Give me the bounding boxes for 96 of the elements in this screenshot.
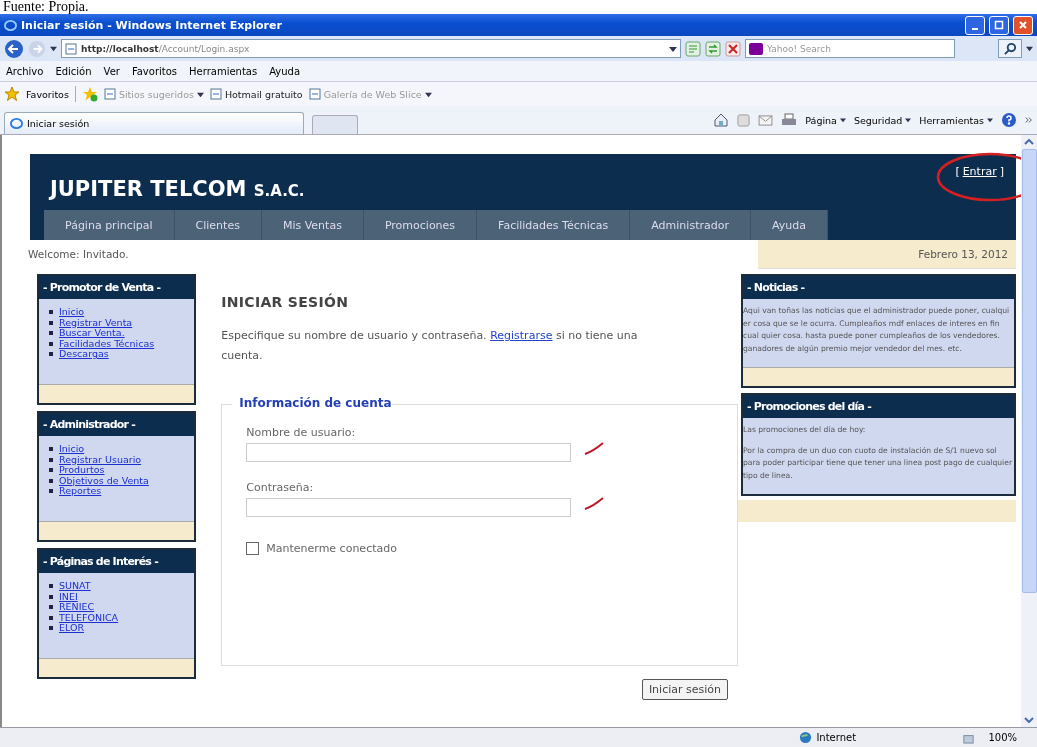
maximize-button[interactable] [989, 15, 1009, 35]
panel-title: - Promociones del día - [743, 395, 1014, 418]
page-icon [103, 88, 116, 100]
sidebar-link[interactable]: RENIEC [59, 602, 95, 613]
menu-item[interactable]: Edición [55, 65, 92, 77]
dropdown-caret-icon[interactable] [1026, 45, 1033, 52]
field-label: Contraseña: [246, 481, 315, 494]
dropdown-caret-icon[interactable] [905, 117, 912, 123]
dropdown-caret-icon[interactable] [987, 117, 993, 123]
close-button[interactable] [1013, 15, 1033, 35]
zoom-level[interactable]: 100% [988, 732, 1017, 743]
nav-tab[interactable]: Clientes [174, 210, 262, 240]
nav-tab[interactable]: Ayuda [750, 210, 828, 240]
sidebar-link[interactable]: Inicio [59, 444, 85, 455]
menu-item[interactable]: Favoritos [131, 65, 178, 77]
stop-icon[interactable] [725, 40, 741, 57]
date-bar: Febrero 13, 2012 [758, 240, 1016, 269]
globe-icon [799, 731, 813, 744]
search-button[interactable] [998, 39, 1022, 58]
nav-tab[interactable]: Administrador [630, 210, 751, 240]
security-zone: Internet [816, 732, 857, 743]
sidebar-link[interactable]: Objetivos de Venta [59, 475, 149, 486]
login-button[interactable]: Iniciar sesión [641, 679, 728, 700]
register-link[interactable]: Registrarse [490, 329, 553, 342]
nav-tab[interactable]: Facilidades Técnicas [477, 210, 631, 240]
input-field[interactable] [246, 498, 572, 517]
minimize-icon [972, 28, 978, 30]
command-menu[interactable]: Herramientas [919, 114, 984, 126]
page-icon [209, 88, 222, 100]
sidebar-link[interactable]: Reportes [59, 486, 102, 497]
page-icon [308, 88, 321, 100]
browser-logo-icon [4, 18, 17, 32]
nav-tab[interactable]: Mis Ventas [261, 210, 364, 240]
favorites-link[interactable]: Hotmail gratuito [224, 88, 303, 100]
welcome-text: Welcome: Invitado. [28, 247, 130, 262]
nav-tab[interactable]: Página principal [44, 210, 175, 240]
checkbox-label: Mantenerme conectado [266, 542, 397, 555]
sidebar-link[interactable]: Registrar Usuario [59, 454, 142, 465]
login-link[interactable]: Entrar [962, 164, 997, 178]
sidebar-link[interactable]: Facilidades Técnicas [59, 338, 155, 349]
sidebar-link[interactable]: Inicio [59, 307, 85, 318]
menu-item[interactable]: Herramientas [189, 65, 258, 77]
menu-item[interactable]: Ayuda [269, 65, 301, 77]
sidebar-link[interactable]: TELEFONICA [59, 612, 119, 623]
search-provider-icon [749, 42, 763, 55]
panel-title: - Promotor de Venta - [39, 276, 195, 299]
input-field[interactable] [246, 443, 572, 462]
dropdown-caret-icon[interactable] [669, 44, 677, 53]
sidebar-link[interactable]: Produrtos [59, 465, 105, 476]
sidebar-link[interactable]: Descargas [59, 349, 109, 360]
menu-item[interactable]: Ver [103, 65, 120, 77]
browser-tab[interactable]: Iniciar sesión [4, 112, 304, 134]
sidebar-link[interactable]: INEI [59, 591, 78, 602]
printer-icon[interactable] [781, 112, 798, 128]
maximize-icon [994, 20, 1004, 30]
back-button[interactable] [4, 38, 24, 59]
sidebar-link[interactable]: ELOR [59, 623, 85, 634]
star-icon[interactable] [4, 86, 20, 102]
sidebar-link[interactable]: Buscar Venta. [59, 328, 125, 339]
home-icon[interactable] [713, 112, 730, 128]
intro-text: Especifique su nombre de usuario y contraseña. Registrarse si no tiene una cuenta. [221, 328, 639, 364]
window-title: Iniciar sesión - Windows Internet Explorer [21, 18, 282, 32]
panel-title: - Páginas de Interés - [39, 550, 195, 573]
scrollbar[interactable] [1021, 135, 1037, 727]
tab-title: Iniciar sesión [27, 118, 90, 129]
search-icon [1003, 42, 1017, 55]
chevron-icon[interactable] [1025, 116, 1033, 124]
close-icon [1018, 20, 1028, 30]
scroll-thumb[interactable] [1021, 149, 1037, 593]
minimize-button[interactable] [965, 15, 985, 35]
checkbox[interactable] [246, 542, 260, 555]
panel-title: - Noticias - [743, 276, 1014, 299]
address-field[interactable]: http://localhost/Account/Login.aspx [61, 39, 681, 58]
scroll-down-icon[interactable] [1024, 717, 1034, 723]
refresh-icon[interactable] [705, 40, 721, 57]
nav-tab[interactable]: Promociones [363, 210, 478, 240]
dropdown-caret-icon[interactable] [50, 45, 57, 52]
command-menu[interactable]: Página [805, 114, 837, 126]
menu-item[interactable]: Archivo [6, 65, 44, 77]
add-favorite-icon[interactable] [81, 86, 98, 102]
scroll-up-icon[interactable] [1024, 139, 1034, 145]
dropdown-caret-icon[interactable] [839, 117, 846, 123]
browser-logo-icon [10, 117, 23, 130]
bracket: ] [999, 164, 1004, 178]
favorites-button[interactable]: Favoritos [26, 88, 69, 100]
sidebar-link[interactable]: Registrar Venta [59, 317, 133, 328]
site-logo: JUPITER TELCOM S.A.C. [50, 176, 305, 201]
panel-title: - Administrador - [39, 413, 195, 436]
page-icon [65, 42, 77, 55]
bracket: [ [955, 164, 960, 178]
caption: Fuente: Propia. [2, 0, 90, 14]
help-icon[interactable] [1001, 112, 1017, 128]
field-label: Nombre de usuario: [246, 426, 357, 439]
command-menu[interactable]: Seguridad [853, 114, 903, 126]
sidebar-link[interactable]: SUNAT [59, 581, 91, 592]
page-heading: INICIAR SESIÓN [221, 294, 350, 310]
